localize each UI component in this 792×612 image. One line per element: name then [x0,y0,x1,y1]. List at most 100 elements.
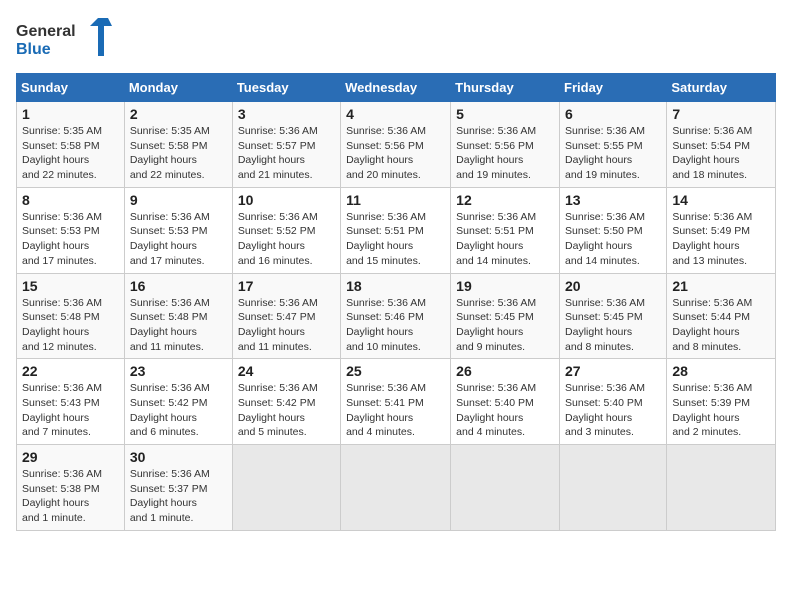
day-number: 28 [672,363,770,379]
col-header-sunday: Sunday [17,74,125,102]
col-header-thursday: Thursday [451,74,560,102]
day-number: 27 [565,363,661,379]
day-info: Sunrise: 5:36 AMSunset: 5:51 PMDaylight … [346,210,445,269]
day-info: Sunrise: 5:36 AMSunset: 5:53 PMDaylight … [22,210,119,269]
day-number: 23 [130,363,227,379]
calendar-table: SundayMondayTuesdayWednesdayThursdayFrid… [16,73,776,531]
calendar-cell: 30Sunrise: 5:36 AMSunset: 5:37 PMDayligh… [124,445,232,531]
day-info: Sunrise: 5:35 AMSunset: 5:58 PMDaylight … [22,124,119,183]
day-number: 26 [456,363,554,379]
svg-text:General: General [16,23,76,40]
day-info: Sunrise: 5:36 AMSunset: 5:45 PMDaylight … [565,296,661,355]
day-number: 29 [22,449,119,465]
day-info: Sunrise: 5:36 AMSunset: 5:40 PMDaylight … [565,381,661,440]
day-info: Sunrise: 5:36 AMSunset: 5:45 PMDaylight … [456,296,554,355]
day-number: 1 [22,106,119,122]
day-number: 16 [130,278,227,294]
day-info: Sunrise: 5:36 AMSunset: 5:42 PMDaylight … [130,381,227,440]
calendar-cell: 26 Sunrise: 5:36 AMSunset: 5:40 PMDayligh… [451,359,560,445]
calendar-cell [451,445,560,531]
day-number: 11 [346,192,445,208]
calendar-cell: 14 Sunrise: 5:36 AMSunset: 5:49 PMDayligh… [667,187,776,273]
calendar-cell: 3 Sunrise: 5:36 AMSunset: 5:57 PMDaylight… [232,102,340,188]
calendar-cell [560,445,667,531]
calendar-cell: 5 Sunrise: 5:36 AMSunset: 5:56 PMDaylight… [451,102,560,188]
calendar-cell: 6 Sunrise: 5:36 AMSunset: 5:55 PMDaylight… [560,102,667,188]
day-info: Sunrise: 5:36 AMSunset: 5:48 PMDaylight … [130,296,227,355]
logo: General Blue [16,16,116,61]
day-info: Sunrise: 5:36 AMSunset: 5:50 PMDaylight … [565,210,661,269]
day-info: Sunrise: 5:36 AMSunset: 5:49 PMDaylight … [672,210,770,269]
day-number: 5 [456,106,554,122]
day-info: Sunrise: 5:36 AMSunset: 5:37 PMDaylight … [130,467,227,526]
calendar-cell: 16 Sunrise: 5:36 AMSunset: 5:48 PMDayligh… [124,273,232,359]
calendar-cell: 12 Sunrise: 5:36 AMSunset: 5:51 PMDayligh… [451,187,560,273]
col-header-monday: Monday [124,74,232,102]
day-info: Sunrise: 5:36 AMSunset: 5:43 PMDaylight … [22,381,119,440]
col-header-friday: Friday [560,74,667,102]
day-info: Sunrise: 5:36 AMSunset: 5:44 PMDaylight … [672,296,770,355]
day-info: Sunrise: 5:36 AMSunset: 5:40 PMDaylight … [456,381,554,440]
day-number: 2 [130,106,227,122]
calendar-cell: 21 Sunrise: 5:36 AMSunset: 5:44 PMDayligh… [667,273,776,359]
day-number: 18 [346,278,445,294]
day-number: 14 [672,192,770,208]
calendar-cell [232,445,340,531]
calendar-cell: 13 Sunrise: 5:36 AMSunset: 5:50 PMDayligh… [560,187,667,273]
col-header-wednesday: Wednesday [341,74,451,102]
day-info: Sunrise: 5:36 AMSunset: 5:55 PMDaylight … [565,124,661,183]
calendar-cell: 9 Sunrise: 5:36 AMSunset: 5:53 PMDaylight… [124,187,232,273]
calendar-cell: 24Sunrise: 5:36 AMSunset: 5:42 PMDayligh… [232,359,340,445]
calendar-cell [341,445,451,531]
calendar-cell: 20 Sunrise: 5:36 AMSunset: 5:45 PMDayligh… [560,273,667,359]
svg-text:Blue: Blue [16,41,51,58]
day-number: 22 [22,363,119,379]
day-number: 13 [565,192,661,208]
day-info: Sunrise: 5:36 AMSunset: 5:48 PMDaylight … [22,296,119,355]
calendar-cell: 4 Sunrise: 5:36 AMSunset: 5:56 PMDaylight… [341,102,451,188]
day-info: Sunrise: 5:36 AMSunset: 5:47 PMDaylight … [238,296,335,355]
day-info: Sunrise: 5:36 AMSunset: 5:51 PMDaylight … [456,210,554,269]
calendar-cell: 15 Sunrise: 5:36 AMSunset: 5:48 PMDayligh… [17,273,125,359]
day-number: 17 [238,278,335,294]
day-info: Sunrise: 5:35 AMSunset: 5:58 PMDaylight … [130,124,227,183]
page-header: General Blue [16,16,776,61]
day-number: 15 [22,278,119,294]
day-info: Sunrise: 5:36 AMSunset: 5:46 PMDaylight … [346,296,445,355]
day-number: 19 [456,278,554,294]
col-header-saturday: Saturday [667,74,776,102]
calendar-cell: 29 Sunrise: 5:36 AMSunset: 5:38 PMDayligh… [17,445,125,531]
calendar-cell [667,445,776,531]
logo-icon: General Blue [16,16,116,61]
day-number: 21 [672,278,770,294]
day-info: Sunrise: 5:36 AMSunset: 5:53 PMDaylight … [130,210,227,269]
calendar-cell: 25 Sunrise: 5:36 AMSunset: 5:41 PMDayligh… [341,359,451,445]
day-info: Sunrise: 5:36 AMSunset: 5:52 PMDaylight … [238,210,335,269]
day-info: Sunrise: 5:36 AMSunset: 5:57 PMDaylight … [238,124,335,183]
day-number: 9 [130,192,227,208]
day-number: 6 [565,106,661,122]
day-number: 7 [672,106,770,122]
col-header-tuesday: Tuesday [232,74,340,102]
calendar-cell: 27 Sunrise: 5:36 AMSunset: 5:40 PMDayligh… [560,359,667,445]
day-number: 3 [238,106,335,122]
day-info: Sunrise: 5:36 AMSunset: 5:41 PMDaylight … [346,381,445,440]
calendar-cell: 10 Sunrise: 5:36 AMSunset: 5:52 PMDayligh… [232,187,340,273]
calendar-cell: 2 Sunrise: 5:35 AMSunset: 5:58 PMDaylight… [124,102,232,188]
day-info: Sunrise: 5:36 AMSunset: 5:39 PMDaylight … [672,381,770,440]
day-info: Sunrise: 5:36 AMSunset: 5:38 PMDaylight … [22,467,119,526]
day-number: 12 [456,192,554,208]
day-number: 10 [238,192,335,208]
day-info: Sunrise: 5:36 AMSunset: 5:56 PMDaylight … [346,124,445,183]
calendar-cell: 19 Sunrise: 5:36 AMSunset: 5:45 PMDayligh… [451,273,560,359]
day-number: 4 [346,106,445,122]
day-info: Sunrise: 5:36 AMSunset: 5:56 PMDaylight … [456,124,554,183]
day-number: 20 [565,278,661,294]
day-number: 25 [346,363,445,379]
calendar-cell: 17 Sunrise: 5:36 AMSunset: 5:47 PMDayligh… [232,273,340,359]
calendar-cell: 7Sunrise: 5:36 AMSunset: 5:54 PMDaylight… [667,102,776,188]
day-number: 8 [22,192,119,208]
calendar-cell: 11 Sunrise: 5:36 AMSunset: 5:51 PMDayligh… [341,187,451,273]
day-number: 24 [238,363,335,379]
calendar-cell: 28 Sunrise: 5:36 AMSunset: 5:39 PMDayligh… [667,359,776,445]
